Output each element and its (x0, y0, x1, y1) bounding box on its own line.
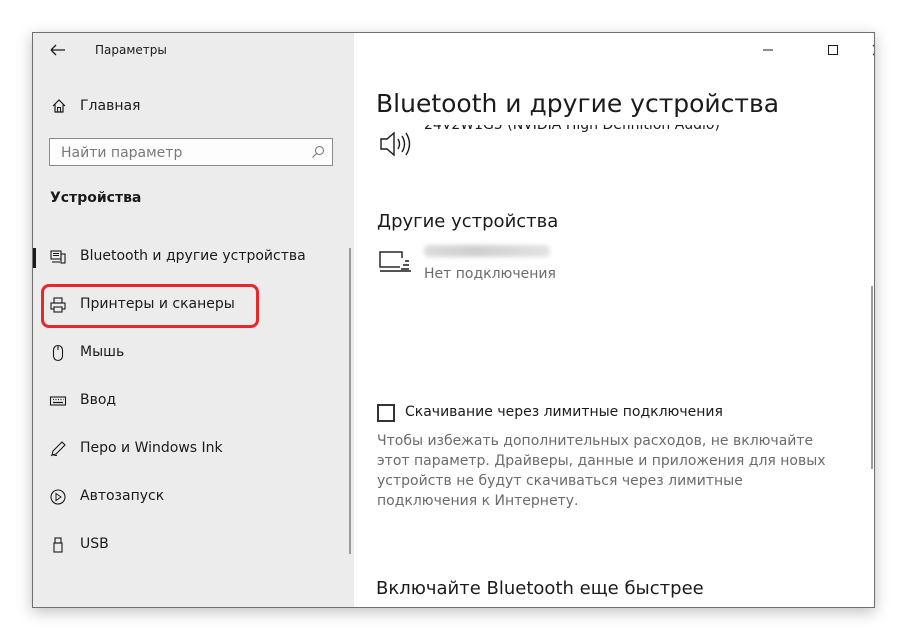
section-label-devices: Устройства (50, 190, 142, 206)
app-title: Параметры (95, 43, 167, 57)
home-icon (52, 99, 66, 113)
sidebar: Параметры Главная Найти параметр Устройс… (33, 33, 354, 607)
other-device-icon (379, 251, 411, 272)
keyboard-icon (49, 396, 67, 406)
pen-icon (50, 441, 66, 457)
sidebar-item-mouse[interactable]: Мышь (33, 340, 354, 366)
audio-device-label: 24V2W1G5 (NVIDIA High Definition Audio) (424, 125, 720, 133)
metered-download-label[interactable]: Скачивание через лимитные подключения (405, 404, 723, 420)
search-input[interactable]: Найти параметр (49, 138, 333, 166)
active-indicator (33, 248, 36, 268)
metered-download-description: Чтобы избежать дополнительных расходов, … (377, 433, 826, 509)
close-button[interactable] (864, 39, 874, 61)
sidebar-scrollbar[interactable] (349, 248, 351, 554)
sidebar-item-label: Ввод (80, 392, 117, 408)
page-title: Bluetooth и другие устройства (376, 89, 780, 118)
sidebar-item-label: USB (80, 536, 109, 552)
blurred-device-name[interactable] (424, 245, 550, 257)
usb-icon (53, 537, 63, 553)
sidebar-item-pen[interactable]: Перо и Windows Ink (33, 436, 354, 462)
home-link[interactable]: Главная (51, 96, 140, 116)
sidebar-item-usb[interactable]: USB (33, 532, 354, 558)
audio-device-name[interactable]: 24V2W1G5 (NVIDIA High Definition Audio) (424, 125, 720, 133)
device-status: Нет подключения (424, 266, 556, 282)
search-icon (312, 145, 325, 158)
minimize-button[interactable] (754, 39, 782, 61)
highlight-frame (41, 284, 259, 328)
back-button[interactable] (47, 41, 69, 59)
other-devices-heading: Другие устройства (377, 211, 559, 232)
mouse-icon (52, 344, 64, 362)
maximize-icon (828, 45, 838, 55)
bluetooth-faster-heading: Включайте Bluetooth еще быстрее (376, 578, 704, 599)
sidebar-item-autoplay[interactable]: Автозапуск (33, 484, 354, 510)
metered-download-checkbox[interactable] (377, 404, 395, 422)
sidebar-item-bluetooth[interactable]: Bluetooth и другие устройства (33, 244, 354, 270)
speaker-icon (380, 131, 411, 157)
arrow-left-icon (50, 44, 65, 56)
home-label: Главная (80, 98, 141, 114)
sidebar-item-label: Автозапуск (80, 488, 165, 504)
settings-window: Параметры Главная Найти параметр Устройс… (32, 32, 875, 608)
close-icon (872, 44, 874, 56)
main-scrollbar[interactable] (871, 286, 873, 469)
main-panel: Bluetooth и другие устройства 24V2W1G5 (… (354, 33, 874, 607)
sidebar-item-label: Перо и Windows Ink (80, 440, 223, 456)
autoplay-icon (50, 489, 66, 505)
sidebar-item-input[interactable]: Ввод (33, 388, 354, 414)
sidebar-item-label: Мышь (80, 344, 125, 360)
sidebar-item-label: Bluetooth и другие устройства (80, 248, 306, 264)
minimize-icon (763, 49, 773, 51)
maximize-button[interactable] (819, 39, 847, 61)
search-placeholder: Найти параметр (61, 145, 183, 161)
bluetooth-devices-icon (50, 250, 66, 264)
